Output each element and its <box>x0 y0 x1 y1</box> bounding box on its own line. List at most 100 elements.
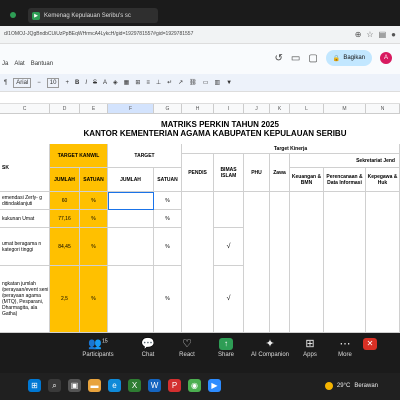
col-header-g[interactable]: G <box>154 104 182 114</box>
doc-header: Ja Alat Bantuan ↺ ▭ ▢ 🔒 Bagikan A <box>0 44 400 74</box>
bold-icon[interactable]: B <box>75 80 79 86</box>
row2-jumlah-kanwil[interactable]: 77,16 <box>50 210 80 228</box>
row3-jumlah-kanwil[interactable]: 84,45 <box>50 228 80 266</box>
col-header-e[interactable]: E <box>80 104 108 114</box>
chrome-icon[interactable]: ◉ <box>188 379 201 392</box>
row2-satuan-kanwil[interactable]: % <box>80 210 108 228</box>
pendis-column[interactable] <box>182 192 214 333</box>
row2-desc[interactable]: kukunan Umat <box>0 210 50 228</box>
perencanaan-column[interactable] <box>324 192 366 333</box>
font-select[interactable]: Arial <box>13 77 32 88</box>
minus-icon[interactable]: − <box>37 80 41 86</box>
word-icon[interactable]: W <box>148 379 161 392</box>
menu-item-bantuan[interactable]: Bantuan <box>31 61 53 67</box>
link-icon[interactable]: ⛓ <box>189 79 197 86</box>
row1-desc[interactable]: emendasi Zerly- g ditindaklanjuti <box>0 192 50 210</box>
col-header-m[interactable]: M <box>324 104 366 114</box>
file-explorer-icon[interactable]: ▬ <box>88 379 101 392</box>
history-icon[interactable]: ↺ <box>275 53 283 64</box>
row4-desc[interactable]: ngkatan jumlah /perayaan/event seni /per… <box>0 266 50 333</box>
wrap-icon[interactable]: ↵ <box>167 79 172 86</box>
phu-column[interactable] <box>244 192 270 333</box>
bimas-upper-cells[interactable] <box>214 192 244 228</box>
plus-icon[interactable]: + <box>65 80 69 86</box>
col-header-k[interactable]: K <box>270 104 290 114</box>
row1-jumlah-selected[interactable] <box>108 192 154 210</box>
header-perencanaan: Perencanaan & Data Informasi <box>324 168 366 192</box>
star-icon[interactable]: ☆ <box>366 30 373 39</box>
col-header-f[interactable]: F <box>108 104 154 114</box>
zoom-icon[interactable]: ⊕ <box>355 30 362 39</box>
keuangan-column[interactable] <box>290 192 324 333</box>
task-view-icon[interactable]: ▣ <box>68 379 81 392</box>
col-header-d[interactable]: D <box>50 104 80 114</box>
windows-taskbar: ⊞ ⌕ ▣ ▬ e X W P ◉ ▶ 29°C Berawan <box>0 373 400 400</box>
text-color-icon[interactable]: A <box>103 80 107 86</box>
excel-icon[interactable]: X <box>128 379 141 392</box>
row1-satuan[interactable]: % <box>154 192 182 210</box>
row4-jumlah[interactable] <box>108 266 154 333</box>
row4-satuan-kanwil[interactable]: % <box>80 266 108 333</box>
header-sekretariat: Sekretariat Jend <box>290 154 400 168</box>
search-icon[interactable]: ⌕ <box>48 379 61 392</box>
menu-item-ja[interactable]: Ja <box>2 61 8 67</box>
row1-satuan-kanwil[interactable]: % <box>80 192 108 210</box>
zawa-column[interactable] <box>270 192 290 333</box>
col-header-j[interactable]: J <box>244 104 270 114</box>
row3-satuan-kanwil[interactable]: % <box>80 228 108 266</box>
chart-icon[interactable]: ▥ <box>214 79 220 86</box>
video-icon[interactable]: ▢ <box>308 53 317 64</box>
zoom-control-bar: 👥15 Participants 💬 Chat ♡ React ↑ Share … <box>0 333 400 373</box>
strikethrough-icon[interactable]: S <box>93 80 97 86</box>
font-size-input[interactable]: 10 <box>46 77 60 88</box>
col-header-n[interactable]: N <box>366 104 400 114</box>
row4-bimas-check[interactable]: √ <box>214 266 244 333</box>
edge-icon[interactable]: e <box>108 379 121 392</box>
valign-icon[interactable]: ⊥ <box>156 79 161 86</box>
paint-format-icon[interactable]: ¶ <box>4 80 7 86</box>
menu-item-alat[interactable]: Alat <box>14 61 24 67</box>
profile-icon[interactable]: ● <box>391 30 396 39</box>
row2-satuan[interactable]: % <box>154 210 182 228</box>
url-text: d/1OMOJ-JQgBndbCUiUzPpBEqWHrmcA4LykcH/gi… <box>4 31 194 37</box>
browser-url-bar[interactable]: d/1OMOJ-JQgBndbCUiUzPpBEqWHrmcA4LykcH/gi… <box>0 26 400 44</box>
end-meeting-button[interactable]: ✕ <box>350 337 390 352</box>
row1-jumlah-kanwil[interactable]: 60 <box>50 192 80 210</box>
header-bimas-islam: BIMAS ISLAM <box>214 154 244 192</box>
row4-jumlah-kanwil[interactable]: 2,5 <box>50 266 80 333</box>
rotate-icon[interactable]: ↗ <box>178 79 183 86</box>
filter-icon[interactable]: ▼ <box>226 80 232 86</box>
row3-bimas-check[interactable]: √ <box>214 228 244 266</box>
header-jumlah: JUMLAH <box>108 168 154 192</box>
row2-jumlah[interactable] <box>108 210 154 228</box>
row3-desc[interactable]: umat beragama n kategori tinggi <box>0 228 50 266</box>
header-sk: SK <box>0 144 50 192</box>
merge-icon[interactable]: ⊞ <box>135 79 140 86</box>
weather-widget[interactable]: 29°C Berawan <box>324 382 378 390</box>
col-header-l[interactable]: L <box>290 104 324 114</box>
share-button[interactable]: 🔒 Bagikan <box>325 50 372 66</box>
borders-icon[interactable]: ▦ <box>124 79 130 86</box>
kepegawaian-column[interactable] <box>366 192 400 333</box>
header-satuan-kanwil: SATUAN <box>80 168 108 192</box>
comment-icon[interactable]: ▭ <box>291 53 300 64</box>
formula-bar[interactable] <box>0 92 400 104</box>
header-zawa: Zawa <box>270 154 290 192</box>
fill-color-icon[interactable]: ◈ <box>113 79 118 86</box>
align-icon[interactable]: ≡ <box>146 80 150 86</box>
italic-icon[interactable]: I <box>85 80 87 86</box>
screen-share-tab[interactable]: ▶ Kemenag Kepulauan Seribu's sc <box>28 8 158 23</box>
row4-satuan[interactable]: % <box>154 266 182 333</box>
extensions-icon[interactable]: ▤ <box>379 30 387 39</box>
comment-add-icon[interactable]: ▭ <box>203 79 209 86</box>
start-icon[interactable]: ⊞ <box>28 379 41 392</box>
col-header-i[interactable]: I <box>214 104 244 114</box>
avatar[interactable]: A <box>380 52 392 64</box>
row3-satuan[interactable]: % <box>154 228 182 266</box>
col-header-h[interactable]: H <box>182 104 214 114</box>
sheet-toolbar: ¶ Arial − 10 + B I S A ◈ ▦ ⊞ ≡ ⊥ ↵ ↗ ⛓ ▭… <box>0 74 400 92</box>
powerpoint-icon[interactable]: P <box>168 379 181 392</box>
zoom-app-icon[interactable]: ▶ <box>208 379 221 392</box>
col-header-c[interactable]: C <box>0 104 50 114</box>
row3-jumlah[interactable] <box>108 228 154 266</box>
